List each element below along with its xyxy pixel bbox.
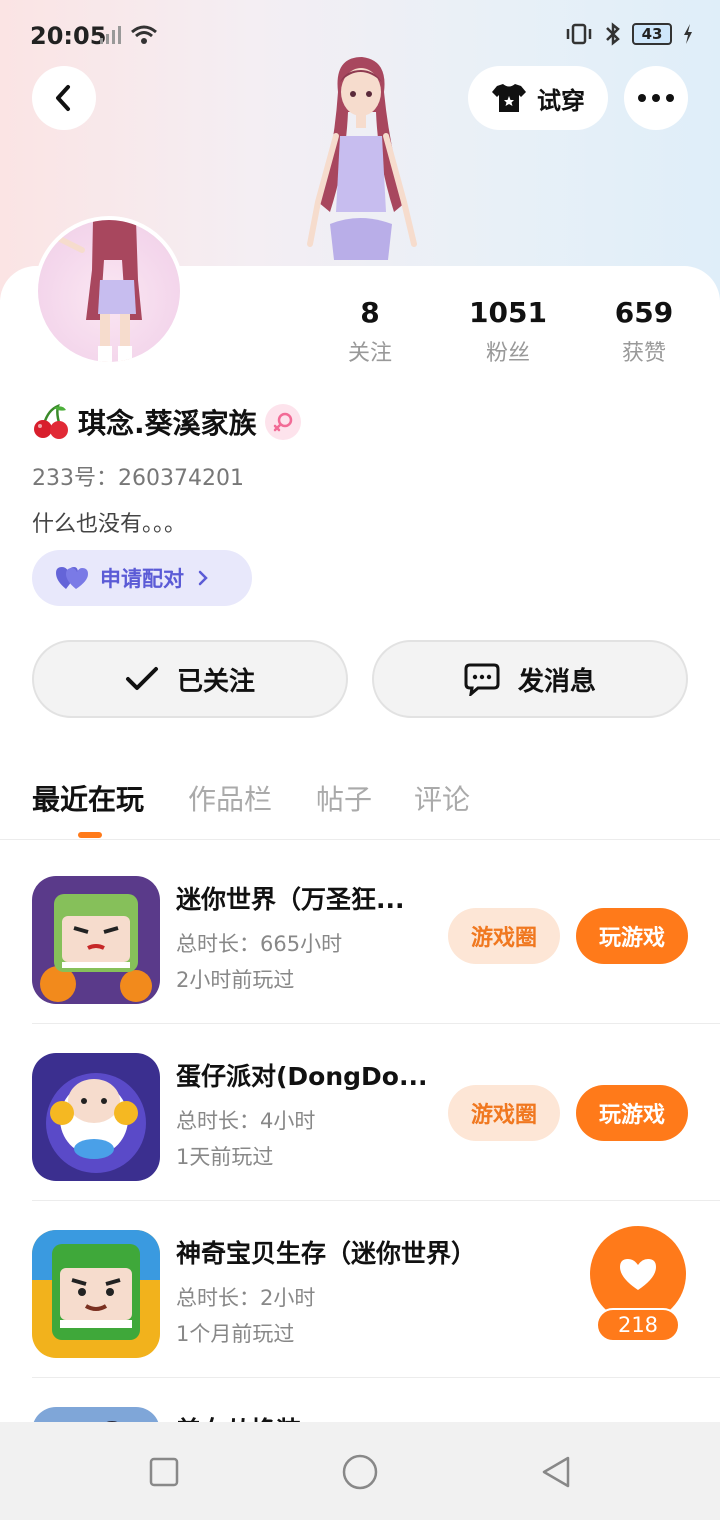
more-options-button[interactable]	[624, 66, 688, 130]
request-pairing-button[interactable]: 申请配对	[32, 550, 252, 606]
game-list-item[interactable]: 迷你世界（万圣狂... 总时长：665小时 2小时前玩过 游戏圈 玩游戏	[0, 848, 720, 1024]
status-time: 20:05	[30, 22, 107, 50]
game-title: 神奇宝贝生存（迷你世界）	[176, 1239, 477, 1268]
game-duration: 总时长：2小时	[176, 1286, 316, 1310]
recent-apps-icon[interactable]	[148, 1456, 180, 1488]
user-avatar[interactable]	[34, 216, 184, 366]
divider	[32, 1200, 720, 1201]
game-circle-button[interactable]: 游戏圈	[448, 1085, 560, 1141]
game-duration: 总时长：665小时	[176, 932, 343, 956]
chevron-left-icon	[56, 85, 70, 111]
play-game-button[interactable]: 玩游戏	[576, 1085, 688, 1141]
active-tab-indicator	[78, 832, 102, 838]
chevron-right-icon	[198, 570, 208, 586]
avatar-character-figure	[307, 57, 417, 260]
more-dots-icon	[638, 94, 674, 102]
cherry-icon	[34, 404, 68, 439]
back-triangle-icon[interactable]	[538, 1454, 574, 1490]
game-title: 迷你世界（万圣狂...	[176, 885, 405, 914]
stat-likes[interactable]: 659 获赞	[574, 296, 714, 367]
user-bio: 什么也没有。。。	[32, 512, 187, 537]
tab-posts[interactable]: 帖子	[316, 778, 372, 818]
game-title: 蛋仔派对(DongDo...	[176, 1062, 426, 1091]
stat-value: 8	[360, 296, 380, 329]
cellular-signal-icon	[100, 26, 121, 44]
game-list-item[interactable]: 蛋仔派对(DongDo... 总时长：4小时 1天前玩过 游戏圈 玩游戏	[0, 1025, 720, 1201]
stat-label: 粉丝	[485, 341, 530, 366]
tab-recently-played[interactable]: 最近在玩	[32, 778, 144, 818]
heart-icon	[620, 1259, 656, 1290]
home-icon[interactable]	[340, 1452, 380, 1492]
game-icon	[32, 876, 160, 1004]
stat-value: 659	[614, 296, 674, 329]
eggy-party-icon	[32, 1053, 160, 1181]
profile-tabs: 最近在玩 作品栏 帖子 评论	[0, 770, 720, 840]
play-game-button[interactable]: 玩游戏	[576, 908, 688, 964]
game-last-played: 1天前玩过	[176, 1145, 274, 1169]
mini-world-survival-icon	[32, 1230, 160, 1358]
bluetooth-icon	[606, 22, 620, 46]
message-label: 发消息	[517, 666, 596, 697]
stat-label: 关注	[347, 341, 392, 366]
system-navigation-bar	[0, 1422, 720, 1520]
stat-label: 获赞	[621, 341, 666, 366]
stat-value: 1051	[469, 296, 547, 329]
pair-label: 申请配对	[100, 567, 184, 591]
game-last-played: 2小时前玩过	[176, 968, 295, 992]
game-circle-button[interactable]: 游戏圈	[448, 908, 560, 964]
battery-indicator: 43	[632, 23, 672, 45]
mini-world-halloween-icon	[32, 876, 160, 1004]
chat-bubble-icon	[464, 663, 500, 696]
stat-followers[interactable]: 1051 粉丝	[438, 296, 578, 367]
user-id: 233号：260374201	[32, 466, 244, 491]
gender-badge	[264, 404, 301, 440]
tshirt-icon	[492, 84, 526, 112]
username-row: 琪念.葵溪家族	[32, 402, 301, 442]
send-message-button[interactable]: 发消息	[372, 640, 688, 718]
vibrate-icon	[566, 23, 592, 45]
hearts-icon	[56, 567, 88, 589]
profile-stats: 8 关注 1051 粉丝 659 获赞	[300, 296, 720, 366]
game-icon	[32, 1053, 160, 1181]
try-on-button[interactable]: 试穿	[468, 66, 608, 130]
game-icon	[32, 1230, 160, 1358]
tab-works[interactable]: 作品栏	[188, 778, 272, 818]
divider	[32, 1377, 720, 1378]
tab-comments[interactable]: 评论	[414, 778, 470, 818]
wifi-icon	[131, 25, 157, 44]
stat-following[interactable]: 8 关注	[300, 296, 440, 367]
game-last-played: 1个月前玩过	[176, 1322, 295, 1346]
charging-icon	[684, 24, 692, 44]
female-icon	[273, 412, 292, 432]
like-count: 218	[596, 1308, 680, 1342]
checkmark-icon	[125, 667, 158, 690]
like-floating-button[interactable]: 218	[576, 1226, 688, 1344]
username: 琪念.葵溪家族	[78, 407, 257, 440]
following-button[interactable]: 已关注	[32, 640, 348, 718]
try-on-label: 试穿	[537, 86, 585, 115]
game-duration: 总时长：4小时	[176, 1109, 316, 1133]
back-button[interactable]	[32, 66, 96, 130]
divider	[32, 1023, 720, 1024]
following-label: 已关注	[176, 666, 255, 697]
